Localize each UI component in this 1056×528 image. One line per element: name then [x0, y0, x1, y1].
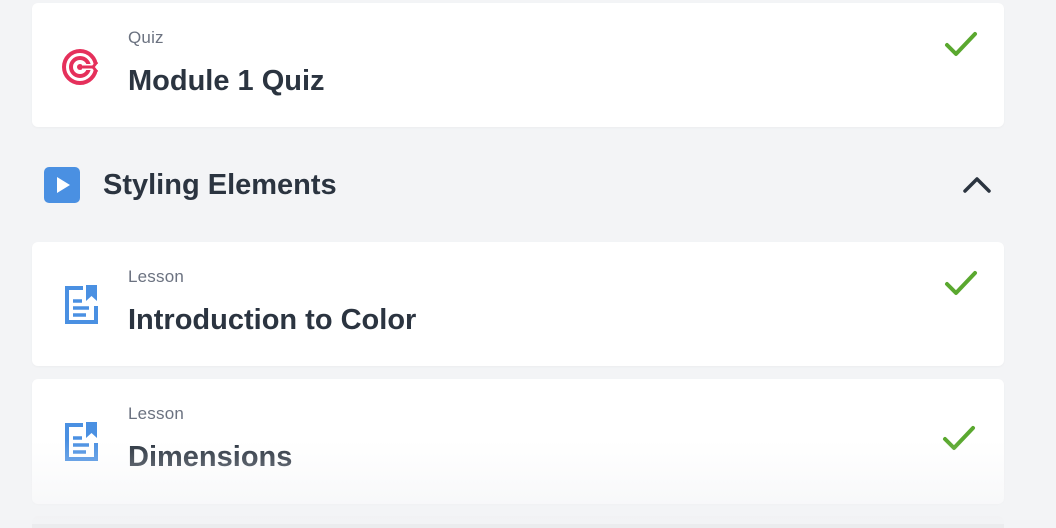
check-icon — [945, 32, 977, 56]
chevron-up-icon[interactable] — [960, 169, 994, 201]
target-icon — [62, 49, 99, 85]
check-icon — [945, 271, 977, 295]
play-icon — [44, 167, 80, 203]
section-header-styling-elements[interactable]: Styling Elements — [44, 167, 1004, 203]
lesson-document-icon — [65, 422, 98, 461]
item-type-label: Lesson — [128, 267, 185, 286]
item-type-label: Quiz — [128, 28, 164, 47]
lesson-item-dimensions[interactable]: Lesson Dimensions — [32, 379, 1004, 504]
item-title[interactable]: Module 1 Quiz — [128, 65, 325, 98]
item-title[interactable]: Dimensions — [128, 441, 292, 474]
next-item-card-edge — [32, 516, 1004, 528]
quiz-item-module-1[interactable]: Quiz Module 1 Quiz — [32, 3, 1004, 127]
check-icon — [943, 426, 975, 450]
lesson-document-icon — [65, 285, 98, 324]
section-title: Styling Elements — [103, 169, 337, 201]
item-title[interactable]: Introduction to Color — [128, 304, 416, 337]
item-type-label: Lesson — [128, 404, 185, 423]
lesson-item-introduction-to-color[interactable]: Lesson Introduction to Color — [32, 242, 1004, 366]
